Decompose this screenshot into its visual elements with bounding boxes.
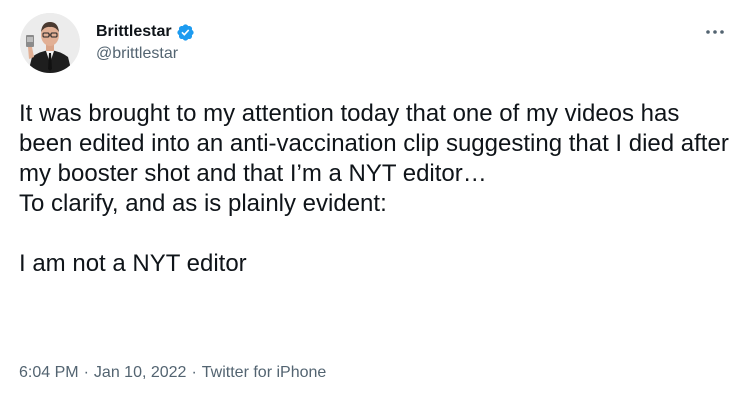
meta-separator: · [83,364,89,381]
tweet-text: It was brought to my attention today tha… [19,100,729,277]
tweet-date[interactable]: Jan 10, 2022 [94,364,187,382]
avatar[interactable] [20,13,80,73]
author-display-name[interactable]: Brittlestar [96,23,172,41]
tweet-time[interactable]: 6:04 PM [19,364,79,382]
tweet-metadata: 6:04 PM · Jan 10, 2022 · Twitter for iPh… [19,364,326,382]
verified-badge-icon [176,23,195,42]
author-handle[interactable]: @brittlestar [96,45,195,63]
tweet-source[interactable]: Twitter for iPhone [202,364,327,382]
tweet-author[interactable]: Brittlestar @brittlestar [96,22,195,63]
meta-separator: · [191,364,197,381]
author-name-row: Brittlestar [96,22,195,42]
avatar-image [20,13,80,73]
more-options-icon[interactable] [703,22,727,42]
tweet-card: Brittlestar @brittlestar It was brought … [0,0,745,400]
